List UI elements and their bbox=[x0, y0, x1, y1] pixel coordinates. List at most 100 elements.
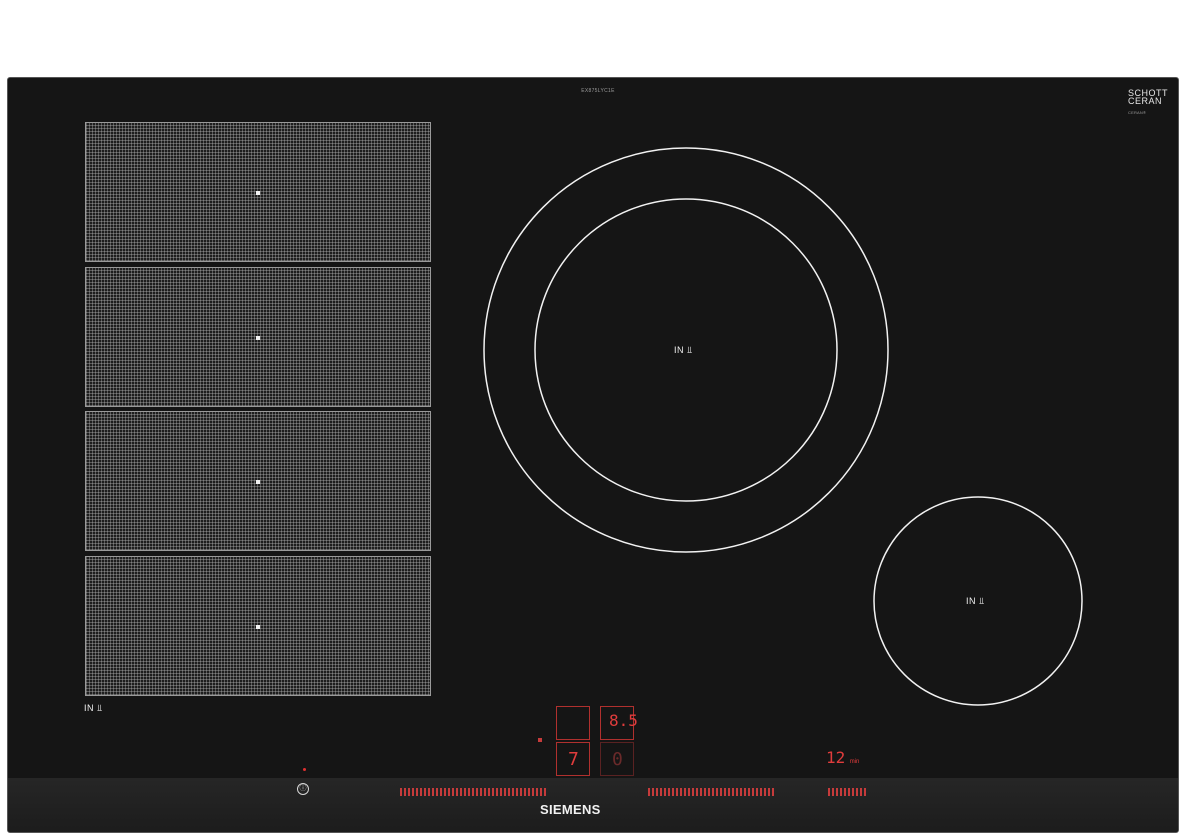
slider-tick bbox=[832, 788, 834, 796]
slider-tick bbox=[660, 788, 662, 796]
brand-logo: SIEMENS bbox=[540, 802, 601, 817]
small-zone-induction-label: IN ⫫ bbox=[966, 596, 985, 607]
display-digit-bottom-right: 0 bbox=[612, 749, 623, 770]
slider-tick bbox=[508, 788, 510, 796]
slider-tick bbox=[540, 788, 542, 796]
display-box-bottom-left: 7 bbox=[556, 742, 590, 776]
timer-slider[interactable] bbox=[828, 788, 866, 796]
round-zones bbox=[483, 147, 1083, 706]
slider-tick bbox=[704, 788, 706, 796]
slider-tick bbox=[408, 788, 410, 796]
slider-tick bbox=[528, 788, 530, 796]
slider-tick bbox=[852, 788, 854, 796]
slider-tick bbox=[680, 788, 682, 796]
slider-tick bbox=[444, 788, 446, 796]
display-box-top-left bbox=[556, 706, 590, 740]
slider-tick bbox=[848, 788, 850, 796]
slider-tick bbox=[736, 788, 738, 796]
display-digit-bottom-left: 7 bbox=[568, 749, 579, 770]
slider-tick bbox=[648, 788, 650, 796]
slider-tick bbox=[472, 788, 474, 796]
slider-tick bbox=[496, 788, 498, 796]
slider-tick bbox=[664, 788, 666, 796]
slider-tick bbox=[672, 788, 674, 796]
slider-tick bbox=[400, 788, 402, 796]
slider-tick bbox=[708, 788, 710, 796]
slider-tick bbox=[416, 788, 418, 796]
control-panel: ⓘ SIEMENS bbox=[8, 778, 1178, 832]
slider-tick bbox=[512, 788, 514, 796]
timer-value: 12 bbox=[826, 748, 846, 767]
timer-unit: min bbox=[849, 759, 860, 765]
slider-tick bbox=[532, 788, 534, 796]
slider-tick bbox=[844, 788, 846, 796]
slider-tick bbox=[412, 788, 414, 796]
slider-tick bbox=[656, 788, 658, 796]
display-box-top-right: 8.5 bbox=[600, 706, 638, 740]
power-indicator-led bbox=[303, 768, 306, 771]
slider-tick bbox=[404, 788, 406, 796]
slider-tick bbox=[856, 788, 858, 796]
zone-indicator-dot bbox=[538, 738, 542, 742]
slider-tick bbox=[712, 788, 714, 796]
slider-tick bbox=[676, 788, 678, 796]
slider-tick bbox=[448, 788, 450, 796]
slider-tick bbox=[456, 788, 458, 796]
slider-tick bbox=[504, 788, 506, 796]
power-slider-left[interactable] bbox=[400, 788, 546, 796]
slider-tick bbox=[652, 788, 654, 796]
slider-tick bbox=[696, 788, 698, 796]
slider-tick bbox=[524, 788, 526, 796]
slider-tick bbox=[420, 788, 422, 796]
timer-display: 12 min bbox=[826, 748, 859, 768]
slider-tick bbox=[716, 788, 718, 796]
slider-tick bbox=[432, 788, 434, 796]
slider-tick bbox=[480, 788, 482, 796]
induction-text: IN bbox=[674, 345, 684, 355]
slider-tick bbox=[772, 788, 774, 796]
slider-tick bbox=[440, 788, 442, 796]
slider-tick bbox=[452, 788, 454, 796]
slider-tick bbox=[740, 788, 742, 796]
display-box-bottom-right: 0 bbox=[600, 742, 634, 776]
slider-tick bbox=[860, 788, 862, 796]
power-slider-right[interactable] bbox=[648, 788, 774, 796]
pot-icon: ⫫ bbox=[979, 596, 985, 606]
slider-tick bbox=[720, 788, 722, 796]
slider-tick bbox=[728, 788, 730, 796]
slider-tick bbox=[864, 788, 866, 796]
slider-tick bbox=[764, 788, 766, 796]
pot-icon: ⫫ bbox=[687, 345, 693, 355]
slider-tick bbox=[768, 788, 770, 796]
slider-tick bbox=[688, 788, 690, 796]
slider-tick bbox=[836, 788, 838, 796]
slider-tick bbox=[724, 788, 726, 796]
slider-tick bbox=[744, 788, 746, 796]
slider-tick bbox=[700, 788, 702, 796]
slider-tick bbox=[436, 788, 438, 796]
slider-tick bbox=[476, 788, 478, 796]
slider-tick bbox=[428, 788, 430, 796]
slider-tick bbox=[840, 788, 842, 796]
induction-text: IN bbox=[966, 596, 976, 606]
slider-tick bbox=[692, 788, 694, 796]
induction-hob: EX875LYC1E SCHOTT CERAN CERAN® IN ⫫ IN ⫫ I… bbox=[7, 77, 1179, 833]
slider-tick bbox=[748, 788, 750, 796]
slider-tick bbox=[536, 788, 538, 796]
slider-tick bbox=[484, 788, 486, 796]
display-digit-top-right: 8.5 bbox=[609, 711, 638, 730]
slider-tick bbox=[520, 788, 522, 796]
slider-tick bbox=[468, 788, 470, 796]
slider-tick bbox=[460, 788, 462, 796]
slider-tick bbox=[756, 788, 758, 796]
large-zone-induction-label: IN ⫫ bbox=[674, 345, 693, 356]
slider-tick bbox=[752, 788, 754, 796]
slider-tick bbox=[828, 788, 830, 796]
slider-tick bbox=[544, 788, 546, 796]
slider-tick bbox=[668, 788, 670, 796]
slider-tick bbox=[732, 788, 734, 796]
power-icon[interactable]: ⓘ bbox=[297, 783, 309, 795]
slider-tick bbox=[500, 788, 502, 796]
slider-tick bbox=[684, 788, 686, 796]
slider-tick bbox=[424, 788, 426, 796]
